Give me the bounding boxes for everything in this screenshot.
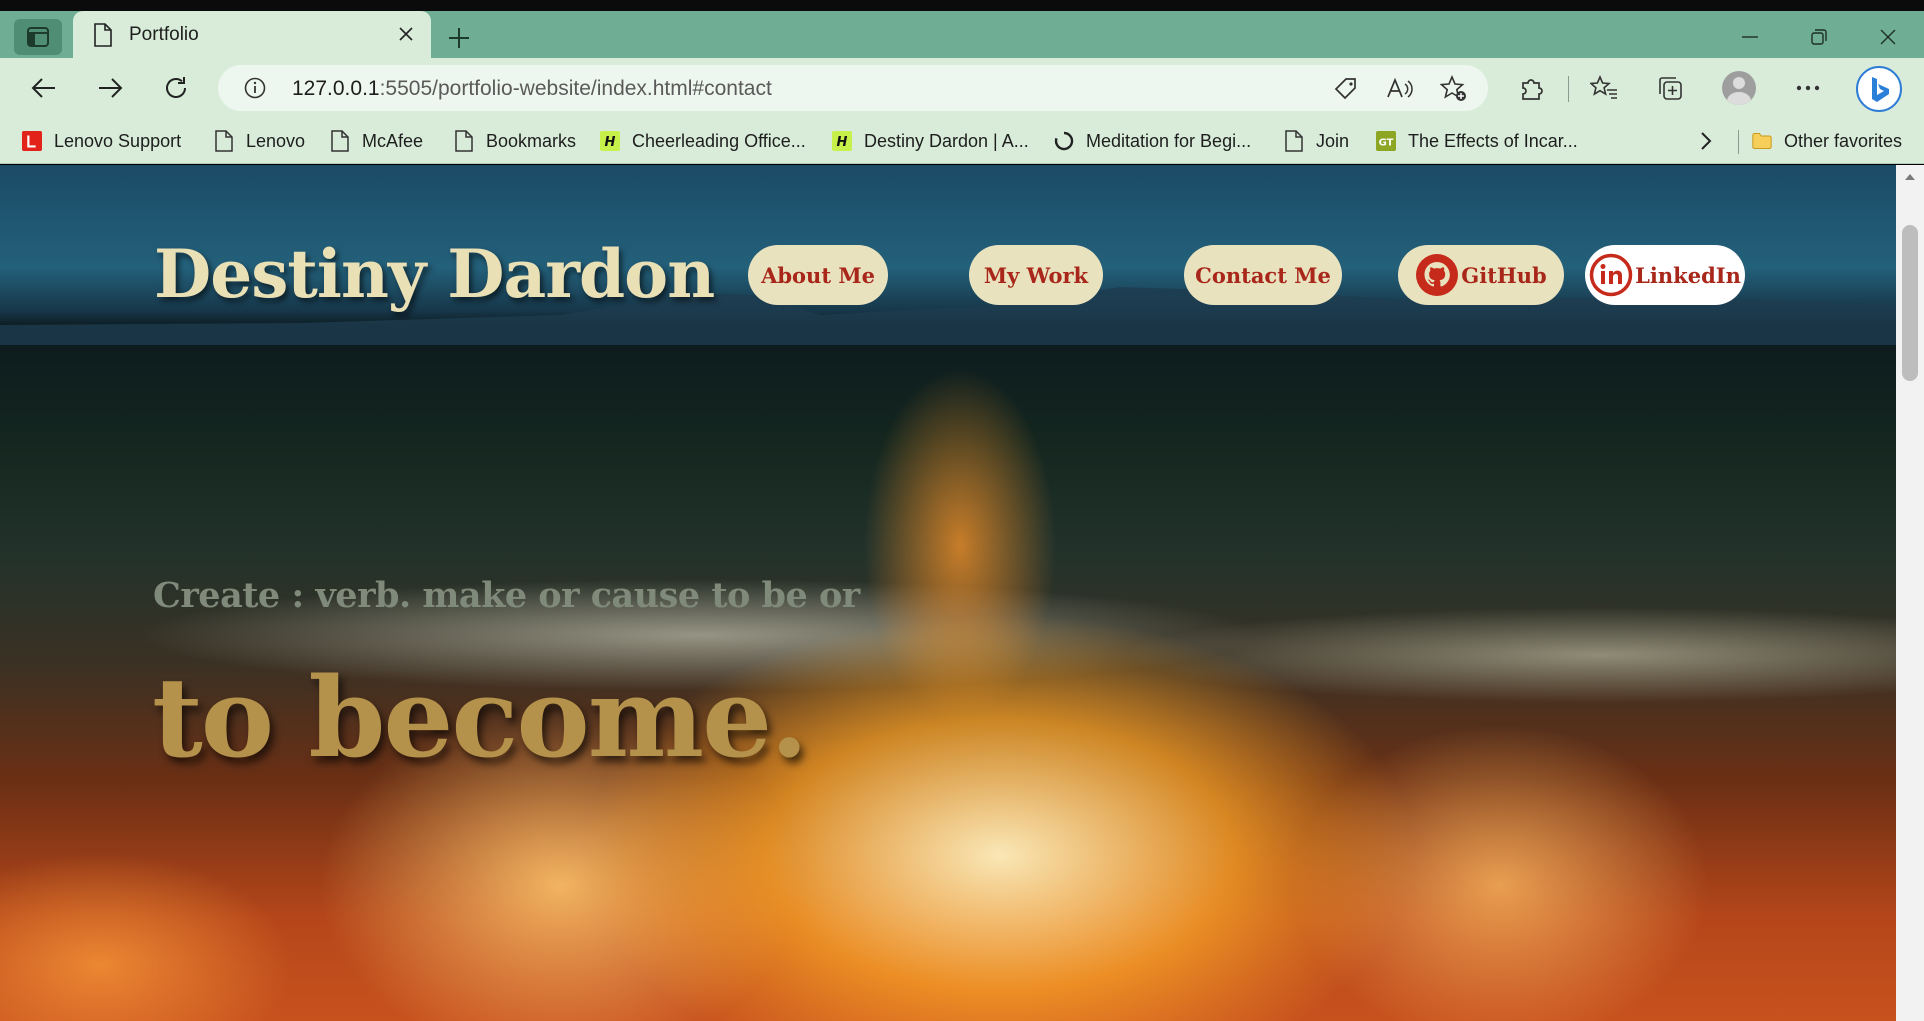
bookmark-join[interactable]: Join xyxy=(1284,126,1349,156)
nav-about-me[interactable]: About Me xyxy=(748,245,888,305)
bookmark-effects-incar[interactable]: GT The Effects of Incar... xyxy=(1376,126,1578,156)
tab-actions-button[interactable] xyxy=(14,19,62,55)
lenovo-red-icon xyxy=(22,130,42,152)
svg-text:H: H xyxy=(605,135,616,150)
bookmark-label: Bookmarks xyxy=(486,130,577,151)
site-title[interactable]: Destiny Dardon xyxy=(154,235,715,313)
window-top-edge xyxy=(0,0,1924,11)
extensions-button[interactable] xyxy=(1514,70,1550,106)
url-path: :5505/portfolio-website/index.html#conta… xyxy=(379,77,772,100)
favorites-button[interactable] xyxy=(1586,70,1622,106)
bookmark-lenovo-support[interactable]: Lenovo Support xyxy=(22,126,181,156)
refresh-button[interactable] xyxy=(158,70,194,106)
tab-title: Portfolio xyxy=(129,23,199,45)
settings-more-button[interactable] xyxy=(1790,70,1826,106)
bookmarks-divider xyxy=(1738,130,1739,154)
close-window-button[interactable] xyxy=(1868,23,1908,51)
coupon-icon[interactable] xyxy=(1332,75,1360,103)
collections-button[interactable] xyxy=(1652,70,1688,106)
bing-icon xyxy=(1872,77,1889,102)
add-favorite-icon[interactable] xyxy=(1440,75,1468,103)
linkedin-icon xyxy=(1589,253,1633,297)
restore-icon xyxy=(1811,29,1827,45)
bookmark-mcafee[interactable]: McAfee xyxy=(330,126,423,156)
collections-icon xyxy=(1659,77,1682,100)
back-arrow-icon xyxy=(31,78,55,98)
nav-my-work[interactable]: My Work xyxy=(969,245,1103,305)
bookmark-cheerleading[interactable]: H Cheerleading Office... xyxy=(600,126,806,156)
more-bookmarks-chevron[interactable] xyxy=(1700,126,1712,156)
hero-headline: to become. xyxy=(152,653,808,782)
svg-text:GT: GT xyxy=(1379,138,1394,149)
other-favorites[interactable]: Other favorites xyxy=(1752,126,1902,156)
gt-icon: GT xyxy=(1376,130,1396,152)
page-icon xyxy=(330,130,350,152)
page-viewport: Destiny Dardon About Me My Work Contact … xyxy=(0,165,1896,1021)
h-icon: H xyxy=(832,130,852,152)
nav-github[interactable]: GitHub xyxy=(1398,245,1564,305)
scroll-up-arrow-icon[interactable] xyxy=(1904,173,1916,181)
svg-text:H: H xyxy=(837,135,848,150)
page-icon xyxy=(1284,130,1304,152)
bookmark-label: Destiny Dardon | A... xyxy=(864,130,1029,151)
toolbar-divider xyxy=(1568,76,1569,102)
chevron-right-icon xyxy=(1701,132,1712,150)
bookmark-bookmarks[interactable]: Bookmarks xyxy=(454,126,576,156)
info-icon[interactable] xyxy=(244,77,266,99)
bing-copilot-button[interactable] xyxy=(1856,66,1902,112)
back-button[interactable] xyxy=(26,70,62,106)
url-host: 127.0.0.1 xyxy=(292,77,380,100)
url-text[interactable]: 127.0.0.1:5505/portfolio-website/index.h… xyxy=(292,77,772,101)
close-icon xyxy=(1880,29,1896,45)
folder-icon xyxy=(1752,130,1772,152)
github-icon xyxy=(1415,253,1459,297)
bookmark-lenovo[interactable]: Lenovo xyxy=(214,126,305,156)
github-label: GitHub xyxy=(1461,262,1547,288)
bookmark-label: Meditation for Begi... xyxy=(1086,130,1252,151)
linkedin-label: LinkedIn xyxy=(1635,262,1741,288)
tab-bar: Portfolio xyxy=(0,11,1924,58)
page-icon xyxy=(454,130,474,152)
h-icon: H xyxy=(600,130,620,152)
minimize-button[interactable] xyxy=(1730,23,1770,51)
forward-button[interactable] xyxy=(92,70,128,106)
forward-arrow-icon xyxy=(99,78,123,98)
bookmarks-bar: Lenovo Support Lenovo McAfee Bookmarks H… xyxy=(0,118,1924,164)
bookmark-label: Lenovo xyxy=(246,130,306,151)
minimize-icon xyxy=(1742,36,1758,38)
bookmark-label: McAfee xyxy=(362,130,424,151)
other-favorites-label: Other favorites xyxy=(1784,130,1903,151)
bookmark-destiny-dardon[interactable]: H Destiny Dardon | A... xyxy=(832,126,1029,156)
address-toolbar: 127.0.0.1:5505/portfolio-website/index.h… xyxy=(0,58,1924,118)
nav-linkedin[interactable]: LinkedIn xyxy=(1585,245,1745,305)
bookmark-label: The Effects of Incar... xyxy=(1408,130,1578,151)
page-scrollbar[interactable] xyxy=(1896,165,1924,1021)
bookmark-label: Join xyxy=(1316,130,1350,151)
hero-tagline: Create : verb. make or cause to be or xyxy=(153,575,860,616)
address-bar[interactable]: 127.0.0.1:5505/portfolio-website/index.h… xyxy=(218,65,1488,111)
plus-icon xyxy=(449,28,469,48)
close-tab-icon[interactable] xyxy=(395,23,417,45)
new-tab-button[interactable] xyxy=(444,23,474,53)
circle-icon xyxy=(1054,130,1074,152)
page-icon xyxy=(214,130,234,152)
tab-actions-icon xyxy=(27,27,49,47)
bookmark-meditation[interactable]: Meditation for Begi... xyxy=(1054,126,1251,156)
bookmark-label: Lenovo Support xyxy=(54,130,182,151)
restore-button[interactable] xyxy=(1799,23,1839,51)
more-dots-icon xyxy=(1796,85,1820,91)
tab-portfolio[interactable]: Portfolio xyxy=(73,11,431,58)
refresh-icon xyxy=(166,77,186,98)
bookmark-label: Cheerleading Office... xyxy=(632,130,806,151)
read-aloud-icon[interactable] xyxy=(1386,75,1414,103)
nav-contact-me[interactable]: Contact Me xyxy=(1184,245,1342,305)
page-icon xyxy=(94,22,112,47)
puzzle-icon xyxy=(1522,79,1543,100)
scrollbar-thumb[interactable] xyxy=(1902,225,1918,381)
favorites-star-icon xyxy=(1590,75,1617,99)
profile-avatar-icon[interactable] xyxy=(1722,71,1756,105)
